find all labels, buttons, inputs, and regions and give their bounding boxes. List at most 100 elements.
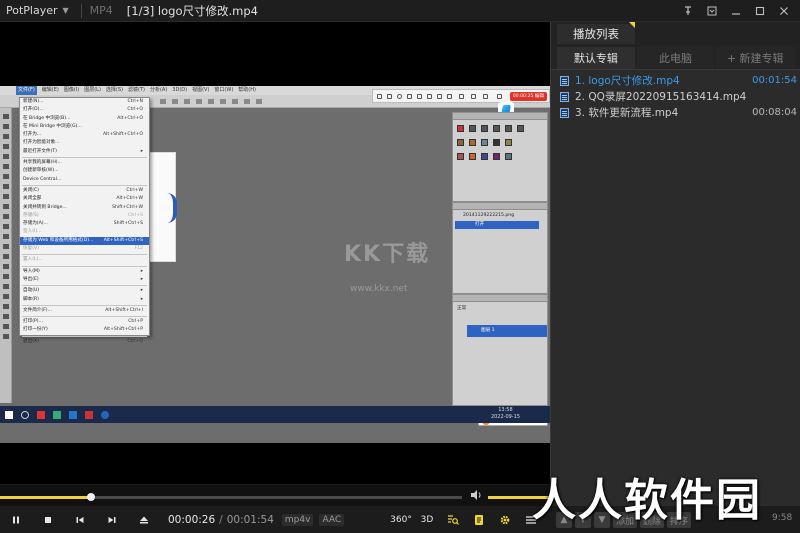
subtitle-button[interactable]: [466, 506, 492, 533]
playlist-tab[interactable]: 默认专辑: [557, 47, 635, 69]
history-open-row: 打开: [455, 221, 539, 229]
3d-button[interactable]: 3D: [414, 506, 440, 533]
ps-menubar-item: 分析(A): [149, 87, 168, 93]
ps-menu-item: 创建新审核(W)...: [20, 167, 149, 175]
ps-menu-item: 恢复(V) F12: [20, 245, 149, 253]
ps-menu-item-label: 新建(N)...: [23, 99, 44, 104]
ps-menu-separator: [22, 285, 147, 287]
seek-row: [0, 484, 550, 506]
player-tools: 360° 3D: [388, 506, 544, 533]
ps-menu-item-label: 关闭全部: [23, 196, 42, 202]
eject-button[interactable]: [128, 506, 160, 533]
window-title: [1/3] logo尺寸修改.mp4: [126, 3, 258, 18]
layer-row-selected: 图层 1: [467, 325, 547, 337]
vr-360-button[interactable]: 360°: [388, 506, 414, 533]
ps-menu-item-shortcut: Alt+Ctrl+O: [117, 115, 143, 121]
playlist-tab[interactable]: 此电脑: [636, 47, 715, 69]
taskbar-clock: 13:58 2022-09-15: [490, 407, 520, 420]
ps-menu-separator: [22, 304, 147, 306]
ps-menubar-item: 视图(V): [192, 87, 210, 93]
ps-menu-item-shortcut: Shift+Ctrl+S: [113, 221, 143, 227]
ps-menu-item: 存储为 Web 和设备所用格式(D)... Alt+Shift+Ctrl+S: [20, 236, 149, 246]
stop-icon: [45, 516, 51, 523]
ps-menubar-item: 滤镜(T): [128, 87, 145, 93]
ps-menu-item-shortcut: ▸: [140, 288, 143, 294]
ps-menu-item-shortcut: ▸: [140, 276, 143, 282]
seek-handle[interactable]: [87, 493, 96, 501]
video-codec-badge[interactable]: mp4v: [281, 513, 314, 526]
ps-menu-item: 关闭并转到 Bridge... Shift+Ctrl+W: [20, 204, 149, 212]
ps-menu-item: 共享我的屏幕(H)...: [20, 159, 149, 167]
audio-codec-badge[interactable]: AAC: [319, 513, 345, 526]
ps-layers-panel: 正常 图层 1: [452, 294, 548, 406]
ps-menu-item-label: 共享我的屏幕(H)...: [23, 160, 62, 166]
ps-menu-item: 脚本(R) ▸: [20, 296, 149, 304]
video-viewport[interactable]: 文件(F) 编辑(E) 图像(I) 图层(L) 选择(S) 滤镜(T) 分析(A) 3D(D)…: [0, 22, 550, 484]
ps-menu-item: 关闭(C) Ctrl+W: [20, 187, 149, 195]
preferences-button[interactable]: [492, 506, 518, 533]
ps-menu-item: 存储(S) Ctrl+S: [20, 212, 149, 220]
playlist-corner-marker: [629, 22, 635, 28]
seek-bar[interactable]: [0, 493, 462, 501]
playlist-item-label: 1. logo尺寸修改.mp4: [575, 75, 680, 87]
ps-menu-item-label: 关闭(C): [23, 187, 39, 193]
ps-menu-item-label: 导入(M): [23, 268, 40, 274]
ps-menubar-item: 图像(I): [63, 87, 80, 93]
current-time: 00:00:26: [168, 513, 216, 526]
ps-menu-item-label: Device Central...: [23, 176, 62, 182]
video-file-icon: [560, 108, 569, 118]
settings-icon[interactable]: [700, 0, 724, 22]
pause-button[interactable]: [0, 506, 32, 533]
pause-icon: [13, 516, 19, 523]
ps-menu-item-shortcut: ▸: [140, 148, 143, 154]
playlist-item-label: 2. QQ录屏20220915163414.mp4: [575, 91, 747, 103]
ps-menu-item-shortcut: Alt+Shift+Ctrl+S: [103, 237, 143, 243]
ps-menu-item-shortcut: Ctrl+N: [127, 99, 143, 104]
layers-mode-label: 正常: [457, 306, 467, 311]
playlist-panel: 播放列表 默认专辑 此电脑 + 新建专辑 1. logo尺寸修改.mp4 00:01:…: [550, 22, 800, 506]
gear-icon: [500, 515, 510, 524]
minimize-icon[interactable]: [724, 0, 748, 22]
ps-menu-item-label: 文件简介(F)...: [23, 307, 52, 313]
time-separator: /: [219, 513, 223, 526]
ps-menubar-item: 帮助(H): [238, 87, 256, 93]
ps-menu-item: 签入(I)...: [20, 228, 149, 236]
video-file-icon: [560, 76, 569, 86]
site-watermark: 人人软件园: [532, 475, 762, 526]
3d-label: 3D: [420, 514, 434, 525]
playlist-title[interactable]: 播放列表: [557, 24, 635, 44]
ps-menu-item: 存储为(A)... Shift+Ctrl+S: [20, 220, 149, 228]
ps-menu-item-shortcut: Ctrl+P: [128, 319, 143, 325]
pin-icon[interactable]: [676, 0, 700, 22]
chevron-down-icon: ▼: [62, 6, 69, 15]
maximize-icon[interactable]: [748, 0, 772, 22]
next-button[interactable]: [96, 506, 128, 533]
playlist-search-button[interactable]: [440, 506, 466, 533]
seek-progress: [0, 496, 92, 499]
format-label: MP4: [89, 4, 113, 17]
ps-menu-item: 最近打开文件(T) ▸: [20, 148, 149, 156]
brand-label: PotPlayer: [6, 4, 58, 17]
ps-menu-item-label: 打印(P)...: [23, 319, 43, 325]
close-icon[interactable]: [772, 0, 796, 22]
ps-menu-item: 打开为... Alt+Shift+Ctrl+O: [20, 131, 149, 139]
ps-menu-item-shortcut: Ctrl+Q: [127, 338, 143, 344]
ps-menu-item-label: 存储为(A)...: [23, 221, 48, 227]
playlist-item[interactable]: 2. QQ录屏20220915163414.mp4: [551, 89, 800, 105]
ps-menu-item-shortcut: Shift+Ctrl+W: [112, 204, 143, 210]
volume-icon[interactable]: [470, 489, 484, 503]
ps-toolbox: [0, 108, 12, 403]
ps-menu-item-shortcut: Ctrl+S: [128, 212, 143, 218]
playlist-item[interactable]: 3. 软件更新流程.mp4 00:08:04: [551, 105, 800, 121]
ps-menu-separator: [22, 157, 147, 159]
main-menu-button[interactable]: PotPlayer ▼: [0, 0, 75, 22]
ps-menu-item-shortcut: ▸: [140, 296, 143, 302]
ps-menu-item-label: 打印一份(Y): [23, 327, 48, 333]
playlist-item[interactable]: 1. logo尺寸修改.mp4 00:01:54: [551, 73, 800, 89]
vr-360-label: 360°: [390, 514, 412, 525]
previous-button[interactable]: [64, 506, 96, 533]
ps-menu-item-label: 打开为智能对象...: [23, 140, 60, 146]
playlist-tab[interactable]: + 新建专辑: [716, 47, 795, 69]
stop-button[interactable]: [32, 506, 64, 533]
ps-menu-item-label: 退出(X): [23, 338, 39, 344]
